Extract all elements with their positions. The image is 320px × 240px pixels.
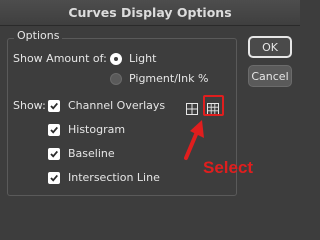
- simple-grid-icon[interactable]: [186, 100, 198, 115]
- baseline-checkbox[interactable]: [48, 148, 60, 160]
- detailed-grid-highlight: [203, 95, 224, 116]
- pigment-ink-radio[interactable]: [110, 73, 122, 85]
- light-radio-label[interactable]: Light: [129, 52, 156, 65]
- histogram-label[interactable]: Histogram: [68, 123, 125, 136]
- show-amount-label: Show Amount of:: [13, 52, 107, 65]
- annotation-arrow-icon: [184, 120, 204, 160]
- show-label: Show:: [13, 99, 46, 112]
- cancel-button[interactable]: Cancel: [248, 65, 292, 87]
- ok-button[interactable]: OK: [248, 36, 292, 58]
- histogram-checkbox[interactable]: [48, 124, 60, 136]
- dialog-title: Curves Display Options: [68, 5, 232, 20]
- annotation-label: Select: [203, 158, 254, 177]
- channel-overlays-checkbox[interactable]: [48, 100, 60, 112]
- light-radio[interactable]: [110, 53, 122, 65]
- channel-overlays-label[interactable]: Channel Overlays: [68, 99, 165, 112]
- intersection-line-checkbox[interactable]: [48, 172, 60, 184]
- title-bar: Curves Display Options: [0, 0, 300, 26]
- baseline-label[interactable]: Baseline: [68, 147, 115, 160]
- options-group-label: Options: [14, 29, 63, 42]
- pigment-ink-radio-label[interactable]: Pigment/Ink %: [129, 72, 208, 85]
- intersection-line-label[interactable]: Intersection Line: [68, 171, 160, 184]
